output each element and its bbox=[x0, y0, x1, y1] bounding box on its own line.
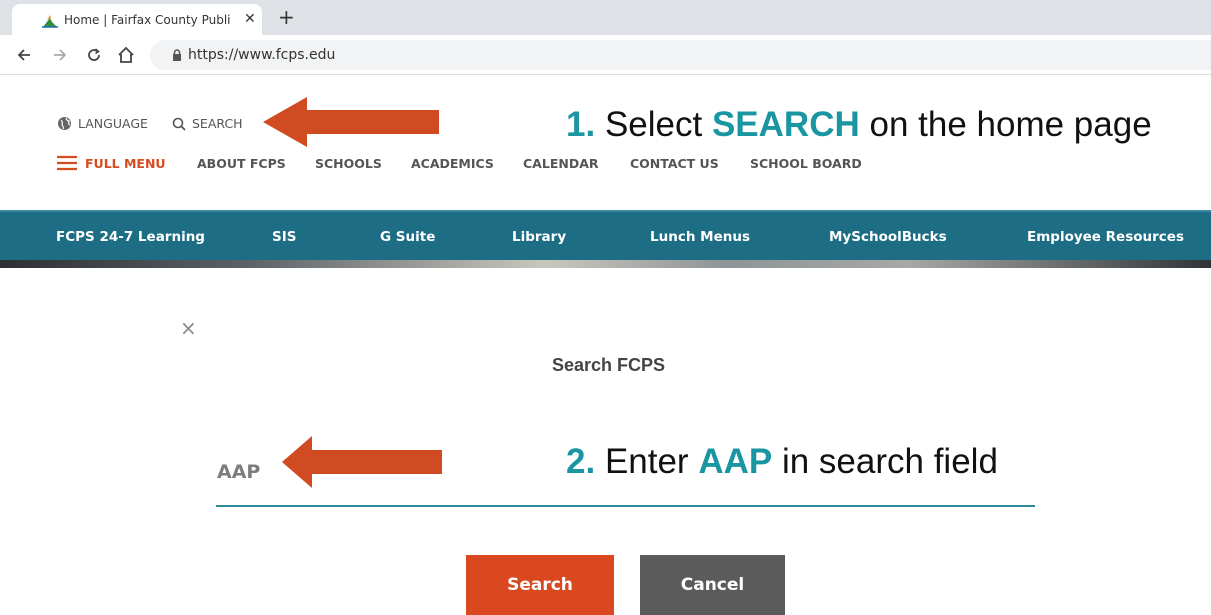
quick-link-library[interactable]: Library bbox=[512, 229, 566, 245]
back-button[interactable] bbox=[12, 43, 36, 67]
arrow-annotation-icon bbox=[282, 436, 442, 488]
nav-about-fcps[interactable]: ABOUT FCPS bbox=[197, 156, 286, 171]
arrow-right-icon bbox=[54, 49, 67, 61]
search-dialog-title: Search FCPS bbox=[552, 355, 666, 375]
cancel-button[interactable]: Cancel bbox=[640, 555, 785, 615]
step-2-number: 2. bbox=[566, 442, 596, 481]
url-text: https://www.fcps.edu bbox=[188, 47, 336, 63]
search-button[interactable]: Search bbox=[466, 555, 614, 615]
arrow-left-icon bbox=[17, 49, 30, 61]
step-1-number: 1. bbox=[566, 105, 596, 144]
full-menu-button[interactable]: FULL MENU bbox=[57, 155, 166, 171]
quick-link-myschoolbucks[interactable]: MySchoolBucks bbox=[829, 229, 947, 245]
browser-toolbar: https://www.fcps.edu bbox=[0, 35, 1211, 75]
hamburger-icon bbox=[57, 155, 77, 171]
new-tab-button[interactable]: + bbox=[278, 5, 295, 29]
quick-link-lunch-menus[interactable]: Lunch Menus bbox=[650, 229, 750, 245]
home-icon bbox=[118, 46, 134, 63]
language-label: LANGUAGE bbox=[78, 116, 148, 131]
step-2-after: in search field bbox=[781, 442, 998, 481]
close-icon[interactable]: × bbox=[180, 316, 197, 340]
quick-link-sis[interactable]: SIS bbox=[272, 229, 296, 245]
lock-icon bbox=[173, 49, 181, 61]
tab-close-icon[interactable]: ✕ bbox=[244, 11, 256, 27]
nav-academics[interactable]: ACADEMICS bbox=[411, 156, 494, 171]
step-1-keyword: SEARCH bbox=[711, 105, 860, 144]
nav-calendar[interactable]: CALENDAR bbox=[523, 156, 599, 171]
reload-button[interactable] bbox=[82, 43, 106, 67]
language-link[interactable]: LANGUAGE bbox=[57, 116, 148, 131]
search-label: SEARCH bbox=[192, 116, 243, 131]
instruction-step-2: 2. Enter AAP in search field bbox=[566, 442, 998, 482]
instruction-step-1: 1. Select SEARCH on the home page bbox=[566, 105, 1152, 145]
quick-link-fcps-24-7[interactable]: FCPS 24-7 Learning bbox=[56, 229, 205, 245]
step-1-before: Select bbox=[604, 105, 703, 144]
browser-tab-bar: Home | Fairfax County Public Schools ✕ + bbox=[0, 0, 1211, 35]
forward-button[interactable] bbox=[48, 43, 72, 67]
step-2-before: Enter bbox=[604, 442, 689, 481]
search-input-underline bbox=[216, 505, 1035, 507]
nav-schools[interactable]: SCHOOLS bbox=[315, 156, 382, 171]
quick-link-employee-resources[interactable]: Employee Resources bbox=[1027, 229, 1184, 245]
arrow-annotation-icon bbox=[263, 97, 439, 147]
address-bar[interactable]: https://www.fcps.edu bbox=[150, 40, 1211, 70]
search-icon bbox=[172, 117, 186, 131]
quick-links-bar: FCPS 24-7 Learning SIS G Suite Library L… bbox=[0, 210, 1211, 260]
fcps-favicon-icon bbox=[42, 15, 58, 28]
search-input[interactable]: AAP bbox=[217, 461, 260, 483]
home-button[interactable] bbox=[114, 43, 138, 67]
reload-icon bbox=[88, 48, 100, 61]
full-menu-label: FULL MENU bbox=[85, 155, 166, 171]
tab-title: Home | Fairfax County Public Schools bbox=[64, 13, 230, 27]
hero-image-strip bbox=[0, 260, 1211, 268]
nav-school-board[interactable]: SCHOOL BOARD bbox=[750, 156, 862, 171]
step-2-keyword: AAP bbox=[698, 442, 773, 481]
browser-tab[interactable]: Home | Fairfax County Public Schools ✕ bbox=[12, 4, 262, 35]
step-1-after: on the home page bbox=[869, 105, 1152, 144]
quick-link-g-suite[interactable]: G Suite bbox=[380, 229, 435, 245]
search-link[interactable]: SEARCH bbox=[172, 116, 243, 131]
globe-icon bbox=[58, 117, 71, 130]
nav-contact-us[interactable]: CONTACT US bbox=[630, 156, 719, 171]
